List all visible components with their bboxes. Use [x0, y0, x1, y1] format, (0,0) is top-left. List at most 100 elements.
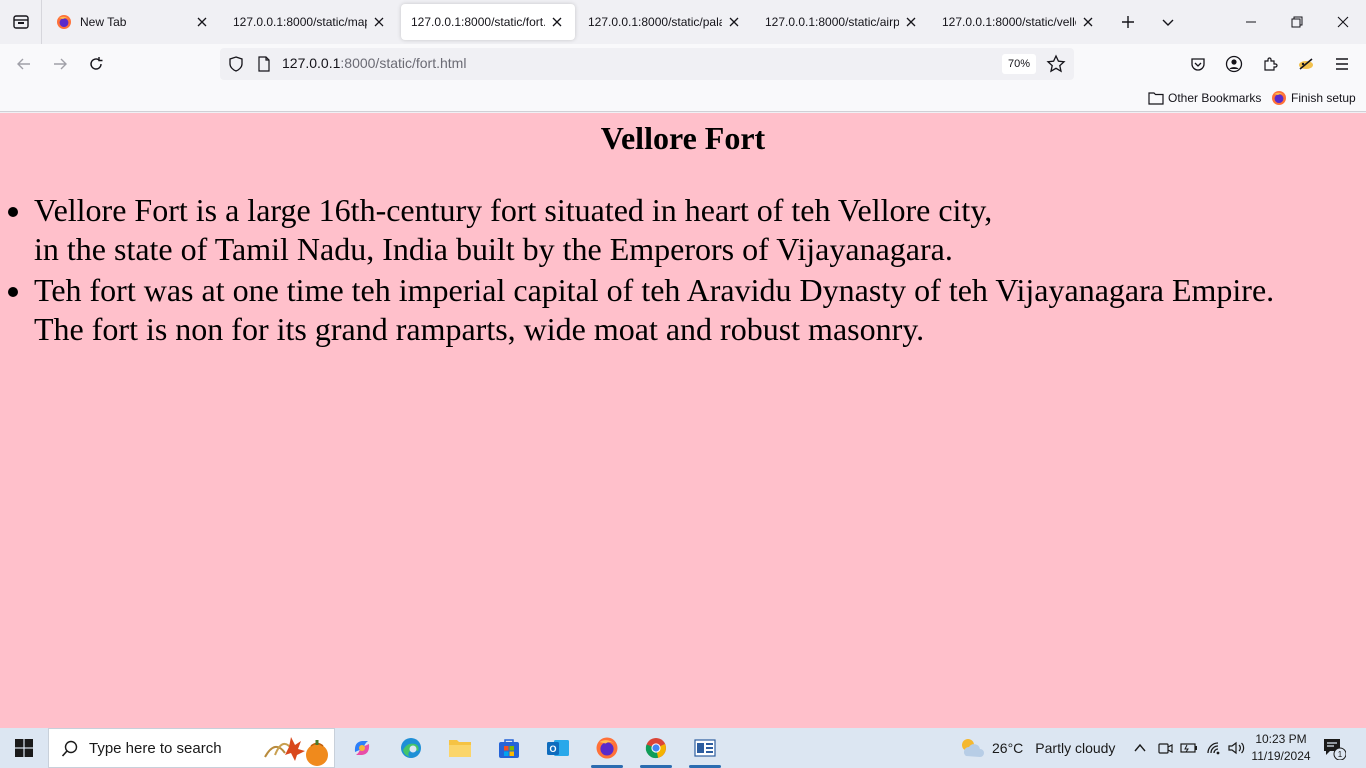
reload-icon [90, 57, 103, 70]
start-button[interactable] [0, 728, 48, 768]
extension-icon [1299, 58, 1313, 70]
back-button[interactable] [8, 48, 40, 80]
pocket-icon [1191, 58, 1205, 71]
list-item-line-2: in the state of Tamil Nadu, India built … [34, 231, 953, 267]
weather-description: Partly cloudy [1035, 740, 1116, 756]
restore-button[interactable] [1274, 0, 1320, 44]
tab-fort[interactable]: 127.0.0.1:8000/static/fort.h [401, 4, 575, 40]
svg-text:O: O [549, 744, 556, 754]
camera-icon [1158, 743, 1173, 754]
battery-button[interactable] [1179, 738, 1199, 758]
list-item: Teh fort was at one time teh imperial ca… [34, 271, 1354, 349]
new-tab-button[interactable] [1110, 4, 1146, 40]
close-tab-icon[interactable] [549, 14, 565, 30]
tab-title: 127.0.0.1:8000/static/palan [588, 15, 722, 29]
speaker-icon [1228, 741, 1245, 755]
page-icon[interactable] [256, 56, 272, 72]
store-icon [499, 739, 519, 758]
show-hidden-icons-button[interactable] [1130, 738, 1150, 758]
firefox-icon [1272, 91, 1286, 105]
bookmark-label: Other Bookmarks [1168, 91, 1262, 105]
navigation-toolbar: 127.0.0.1:8000/static/fort.html 70% [0, 44, 1366, 84]
chevron-up-icon [1134, 743, 1146, 752]
close-tab-icon[interactable] [194, 14, 210, 30]
close-window-button[interactable] [1320, 0, 1366, 44]
account-icon [1225, 55, 1243, 73]
plus-icon [1122, 16, 1134, 28]
forward-button[interactable] [44, 48, 76, 80]
copilot-icon [354, 741, 370, 755]
notification-icon: 1 [1324, 739, 1347, 761]
taskbar-edge[interactable] [387, 728, 435, 768]
taskbar-copilot[interactable] [338, 728, 386, 768]
clock-date: 11/19/2024 [1251, 749, 1311, 763]
bookmarks-toolbar: Other Bookmarks Finish setup [0, 84, 1366, 112]
extension-button[interactable] [1294, 52, 1318, 76]
taskbar-app-window[interactable] [681, 728, 729, 768]
shield-icon[interactable] [228, 56, 244, 72]
system-clock[interactable]: 10:23 PM 11/19/2024 [1248, 731, 1314, 765]
reload-button[interactable] [80, 48, 112, 80]
tab-map[interactable]: 127.0.0.1:8000/static/map.h [223, 4, 397, 40]
list-item: Vellore Fort is a large 16th-century for… [34, 191, 1354, 269]
tab-title: 127.0.0.1:8000/static/fort.h [411, 15, 545, 29]
url-host: 127.0.0.1 [282, 55, 341, 71]
firefox-view-icon [12, 15, 29, 29]
battery-icon [1180, 743, 1197, 753]
close-tab-icon[interactable] [1080, 14, 1096, 30]
notification-count: 1 [1338, 750, 1343, 759]
wifi-icon [1207, 742, 1220, 755]
star-icon[interactable] [1046, 54, 1066, 74]
extensions-button[interactable] [1258, 52, 1282, 76]
list-item-line-1: Vellore Fort is a large 16th-century for… [34, 192, 993, 228]
fact-list: Vellore Fort is a large 16th-century for… [0, 191, 1354, 351]
search-placeholder: Type here to search [89, 740, 222, 757]
taskbar-search-box[interactable]: Type here to search [48, 728, 335, 768]
network-button[interactable] [1204, 738, 1224, 758]
close-tab-icon[interactable] [726, 14, 742, 30]
close-tab-icon[interactable] [903, 14, 919, 30]
list-all-tabs-button[interactable] [1150, 4, 1186, 40]
tab-palan[interactable]: 127.0.0.1:8000/static/palan [578, 4, 752, 40]
arrow-right-icon [54, 58, 67, 70]
zoom-level-button[interactable]: 70% [1002, 54, 1037, 74]
tab-new-tab[interactable]: New Tab [46, 4, 220, 40]
taskbar-microsoft-store[interactable] [485, 728, 533, 768]
windows-taskbar: Type here to search O 26°C Partly cloudy [0, 728, 1366, 768]
tab-airport[interactable]: 127.0.0.1:8000/static/airpo [755, 4, 929, 40]
taskbar-file-explorer[interactable] [436, 728, 484, 768]
account-button[interactable] [1222, 52, 1246, 76]
bookmark-label: Finish setup [1291, 91, 1356, 105]
chrome-icon [645, 738, 666, 759]
taskbar-outlook[interactable]: O [534, 728, 582, 768]
meet-now-button[interactable] [1155, 738, 1175, 758]
bookmark-finish-setup[interactable]: Finish setup [1271, 89, 1356, 107]
url-text[interactable]: 127.0.0.1:8000/static/fort.html [282, 55, 466, 71]
list-item-line-2: The fort is non for its grand ramparts, … [34, 311, 925, 347]
volume-button[interactable] [1227, 738, 1247, 758]
taskbar-chrome[interactable] [632, 728, 680, 768]
hamburger-icon [1336, 58, 1348, 70]
menu-button[interactable] [1330, 52, 1354, 76]
list-item-line-1: Teh fort was at one time teh imperial ca… [34, 272, 1275, 308]
tab-vellore[interactable]: 127.0.0.1:8000/static/vellor [932, 4, 1106, 40]
firefox-view-button[interactable] [0, 0, 42, 44]
arrow-left-icon [17, 58, 30, 70]
page-title: Vellore Fort [600, 120, 766, 156]
bookmark-other-bookmarks[interactable]: Other Bookmarks [1148, 89, 1261, 107]
taskbar-firefox[interactable] [583, 728, 631, 768]
minimize-button[interactable] [1228, 0, 1274, 44]
folder-icon [1148, 92, 1164, 105]
pocket-button[interactable] [1186, 52, 1210, 76]
weather-widget[interactable]: 26°C Partly cloudy [958, 728, 1115, 768]
notification-center-button[interactable]: 1 [1322, 736, 1347, 761]
restore-icon [1291, 16, 1303, 28]
close-tab-icon[interactable] [371, 14, 387, 30]
weather-temperature: 26°C [992, 740, 1024, 756]
chevron-down-icon [1162, 19, 1174, 26]
address-bar[interactable]: 127.0.0.1:8000/static/fort.html 70% [220, 48, 1074, 80]
partly-cloudy-icon [962, 739, 984, 757]
puzzle-icon [1264, 57, 1278, 71]
autumn-leaves-icon [264, 737, 328, 766]
tab-title: 127.0.0.1:8000/static/map.h [233, 15, 367, 29]
